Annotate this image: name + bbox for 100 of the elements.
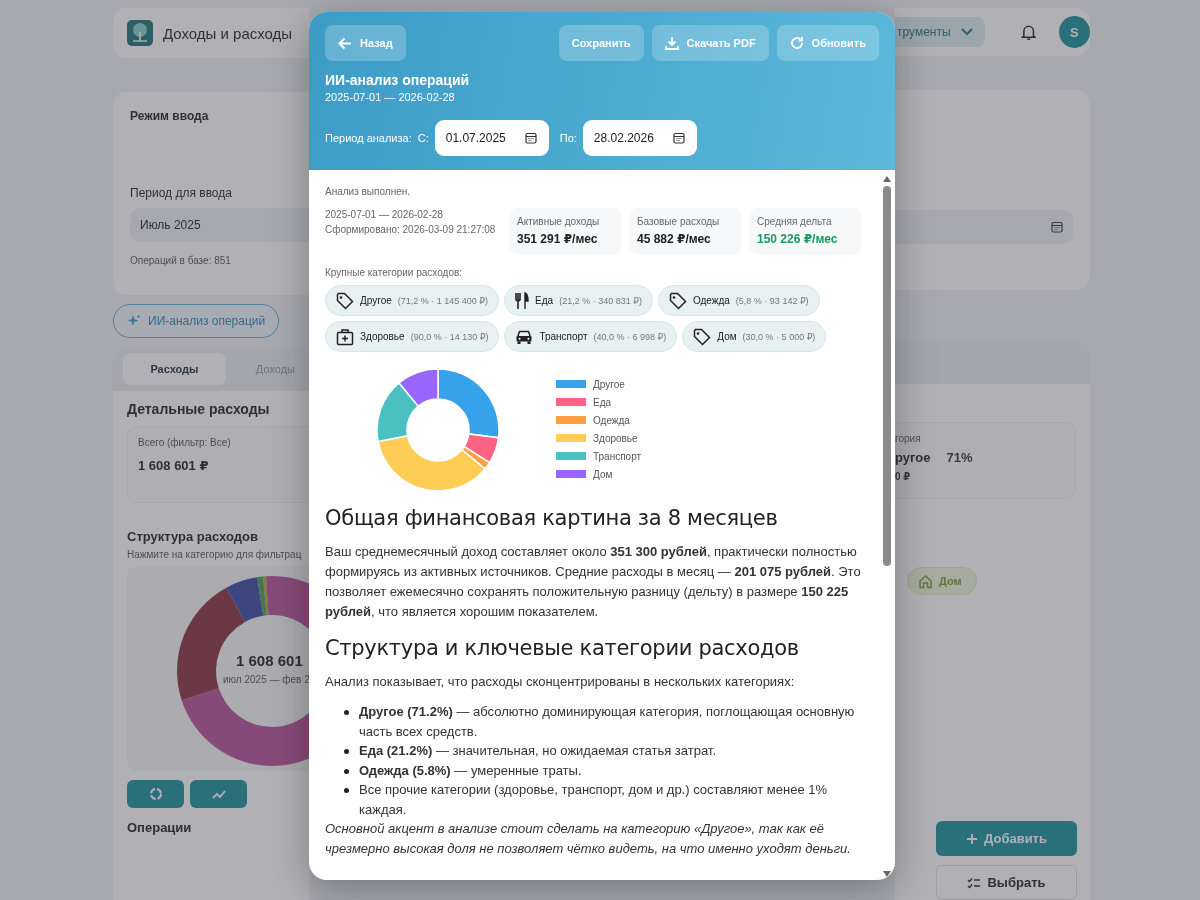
report-heading: Общая финансовая картина за 8 месяцев [325, 506, 779, 530]
tab[interactable]: Расходы [123, 353, 226, 385]
status-text: Анализ выполнен. [325, 186, 411, 197]
date-range: 2025-07-01 — 2026-02-28 [325, 209, 444, 220]
categories-label: Крупные категории расходов: [325, 267, 464, 278]
category-detail: (71,2 % · 1 145 400 ₽) [397, 295, 489, 306]
legend-label: Транспорт [593, 450, 642, 462]
metric-value: 45 882 ₽/мес [637, 232, 712, 246]
report-paragraph: Анализ показывает, что расходы сконцентрированы в нескольких категориях: [325, 673, 796, 691]
legend-label: Другое [593, 378, 625, 390]
tree-logo-icon [127, 20, 153, 46]
add-button[interactable]: Добавить [936, 821, 1077, 856]
period-label: Период анализа: [325, 132, 412, 144]
category-detail: (21,2 % · 340 831 ₽) [559, 295, 642, 306]
category-name: Еда [535, 295, 554, 306]
field-label: Период для ввода [130, 186, 233, 200]
bullet-icon [344, 710, 349, 715]
donut-slice[interactable] [226, 577, 264, 622]
chevron-down-icon [960, 28, 973, 37]
list-item: Все прочие категории (здоровье, транспорт, дом и др.) составляют менее 1% каждая. [359, 781, 829, 819]
metric-label: Активные доходы [517, 216, 601, 227]
select-button[interactable]: Выбрать [936, 865, 1077, 900]
donut-slice[interactable] [266, 576, 272, 616]
category-detail: (5,8 % · 93 142 ₽) [735, 295, 809, 306]
list-item: Одежда (5.8%) — умеренные траты. [359, 761, 583, 780]
section-title: Детальные расходы [127, 401, 271, 417]
header-button[interactable]: Сохранить [558, 25, 644, 61]
chart-total: 1 608 601 [236, 652, 303, 669]
back-button[interactable]: Назад [325, 25, 406, 61]
checklist-icon [967, 876, 982, 889]
section-label: Режим ввода [130, 109, 210, 123]
hint-text: Нажмите на категорию для фильтрац [127, 549, 303, 560]
tag-icon [668, 291, 687, 310]
donut-slice[interactable] [257, 576, 267, 616]
category-detail: (30,0 % · 5 000 ₽) [742, 331, 816, 342]
avatar[interactable]: S [1058, 16, 1090, 49]
car-icon [515, 328, 534, 345]
list-item: Другое (71.2%) — абсолютно доминирующая категория, поглощающая основную часть всех средств. [359, 703, 856, 741]
line-view-button[interactable] [190, 780, 247, 808]
dialog-subtitle: 2025-07-01 — 2026-02-28 [325, 91, 456, 103]
calendar-icon[interactable] [672, 132, 685, 144]
dialog-title: ИИ-анализ операций [325, 72, 471, 88]
scrollbar-thumb[interactable] [882, 186, 891, 566]
date-field[interactable]: 01.07.2025 [434, 120, 549, 156]
scroll-down-icon[interactable] [882, 871, 891, 877]
stat-label: Всего (фильтр: Все) [138, 437, 232, 448]
date-field[interactable]: 28.02.2026 [582, 120, 697, 156]
category-name: Одежда [692, 295, 730, 306]
metric-value: 351 291 ₽/мес [517, 232, 599, 246]
medical-kit-icon [336, 327, 354, 346]
app-title: Доходы и расходы [163, 24, 293, 42]
bullet-icon [344, 788, 349, 793]
donut-slice[interactable] [177, 587, 245, 701]
report-note: Основной акцент в анализе стоит сделать на категорию «Другое», так как её чрезмерно высокая доля не позволяет чётко видеть, на что именно уходят деньги. [325, 820, 852, 858]
ai-analysis-button[interactable]: ИИ-анализ операций [113, 304, 280, 338]
header-button[interactable]: Скачать PDF [651, 25, 769, 61]
legend-label: Дом [593, 468, 613, 480]
to-label: По: [559, 132, 577, 144]
top-category: ругое [895, 450, 931, 465]
category-detail: (90,0 % · 14 130 ₽) [410, 331, 489, 342]
category-name: Транспорт [539, 331, 588, 342]
category-name: Другое [360, 295, 392, 306]
bell-icon[interactable] [1020, 23, 1036, 41]
tag-icon [693, 327, 712, 346]
report-paragraph: Ваш среднемесячный доход составляет около 351 300 рублей, практически полностью формируясь из активных источников. Средние расходы в месяц — 201 075 рублей. Это позволяет ежемесячно сохранять положительную разницу (дельту) в размере 150 225 рублей, что является хорошим показателем. [325, 543, 862, 621]
donut-slice[interactable] [181, 688, 272, 766]
tools-dropdown[interactable]: трументы [895, 17, 985, 48]
report-heading: Структура и ключевые категории расходов [325, 636, 800, 660]
donut-view-button[interactable] [127, 780, 184, 808]
chart-period: июл 2025 — фев 2 [223, 674, 309, 685]
top-amount: 0 ₽ [895, 471, 912, 482]
arrow-left-icon [338, 36, 352, 50]
section-title: Операции [127, 820, 193, 835]
section-title: Структура расходов [127, 529, 259, 544]
metric-label: Базовые расходы [637, 216, 721, 227]
category-name: Здоровье [360, 331, 405, 342]
fork-knife-icon [515, 291, 530, 310]
header-button[interactable]: Обновить [776, 25, 879, 61]
ring-icon [148, 787, 163, 801]
calendar-icon[interactable] [524, 132, 537, 144]
category-chip[interactable]: Дом [907, 567, 977, 595]
legend-label: Здоровье [593, 432, 638, 444]
operations-count: Операций в базе: 851 [130, 255, 232, 266]
period-field[interactable]: Июль 2025 [130, 208, 309, 242]
stat-label: гория [895, 433, 922, 444]
legend-label: Одежда [593, 414, 630, 426]
generated-time: Сформировано: 2026-03-09 21:27:08 [325, 224, 497, 235]
bullet-icon [344, 768, 349, 774]
refresh-icon [789, 36, 804, 50]
tag-icon [336, 291, 354, 310]
list-item: Еда (21.2%) — значительная, но ожидаемая статья затрат. [359, 742, 717, 760]
bullet-icon [344, 749, 349, 754]
metric-value: 150 226 ₽/мес [757, 232, 839, 246]
scroll-up-icon[interactable] [882, 176, 891, 182]
legend-label: Еда [593, 396, 612, 408]
category-detail: (40,0 % · 6 998 ₽) [593, 331, 667, 342]
stat-value: 1 608 601 ₽ [138, 458, 210, 473]
download-icon [664, 36, 679, 50]
category-name: Дом [717, 331, 737, 342]
from-label: С: [417, 132, 429, 144]
